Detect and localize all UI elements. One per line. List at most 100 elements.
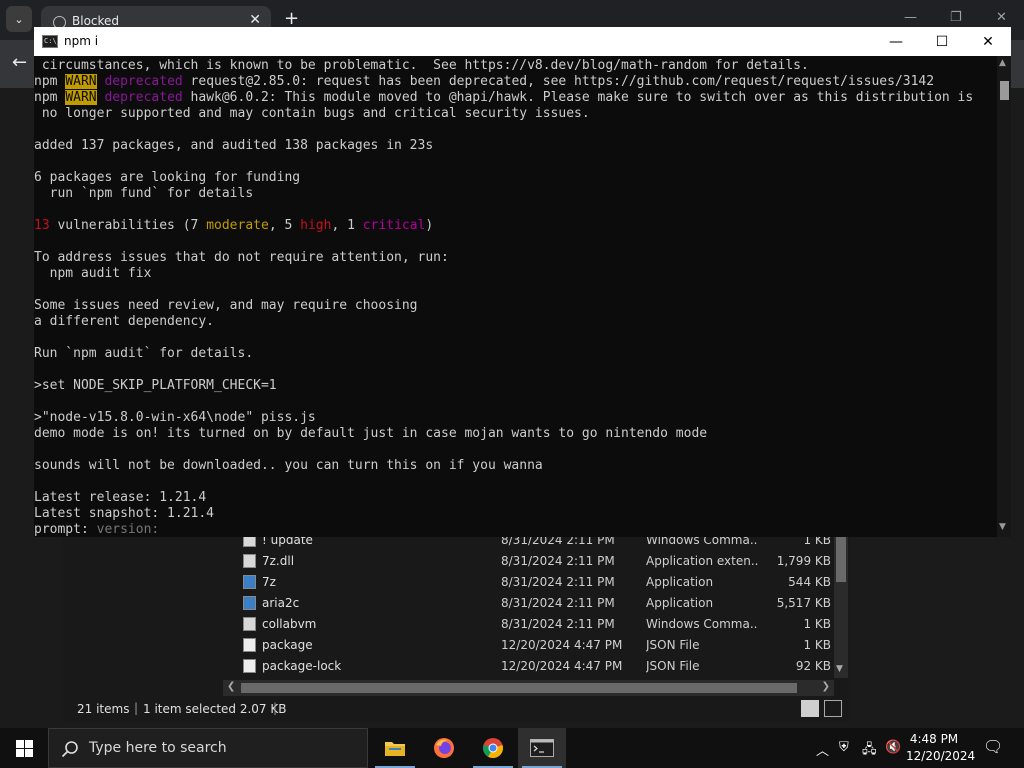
tab-search-button[interactable]: ⌄ [6, 6, 32, 32]
taskbar-chrome[interactable] [469, 728, 517, 768]
scroll-right-icon[interactable]: ❯ [822, 681, 830, 692]
file-row[interactable]: aria2c 8/31/2024 2:11 PM Application 5,5… [223, 593, 835, 614]
file-name: package-lock [262, 659, 342, 673]
file-name: 7z [262, 575, 276, 589]
tab-close-icon[interactable]: ✕ [249, 12, 261, 28]
console-line: circumstances, which is known to be prob… [34, 58, 809, 73]
browser-minimize-icon[interactable]: — [904, 10, 917, 25]
details-view-icon[interactable] [801, 700, 819, 717]
file-name: 7z.dll [262, 554, 295, 568]
file-name: aria2c [262, 596, 300, 610]
file-date: 8/31/2024 2:11 PM [501, 575, 615, 589]
command-prompt-icon: C:\_ [42, 35, 61, 48]
file-size: 544 KB [788, 575, 831, 589]
json-file-icon [243, 659, 256, 673]
console-line: 6 packages are looking for funding [34, 170, 301, 185]
start-button[interactable] [0, 728, 48, 768]
console-line: Run `npm audit` for details. [34, 346, 254, 361]
console-line: sounds will not be downloaded.. you can … [34, 458, 543, 473]
console-line: To address issues that do not require at… [34, 250, 449, 265]
console-line: Latest snapshot: 1.21.4 [34, 506, 215, 521]
window-title: npm i [64, 34, 99, 48]
file-date: 8/31/2024 2:11 PM [501, 617, 615, 631]
navigation-pane[interactable] [63, 536, 221, 686]
scrollbar-thumb[interactable] [1000, 81, 1009, 100]
console-line: demo mode is on! its turned on by defaul… [34, 426, 708, 441]
explorer-status-bar: 21 items | 1 item selected 2.07 KB | [63, 696, 849, 721]
scrollbar-thumb[interactable] [241, 683, 797, 693]
file-size: 92 KB [795, 659, 831, 673]
console-line: 13 vulnerabilities (7 moderate, 5 high, … [34, 218, 434, 233]
taskbar: Type here to search ︿ ⛨ 🖧 🔇 4:48 PM 12/2… [0, 728, 1024, 768]
taskbar-file-explorer[interactable] [371, 728, 419, 768]
browser-restore-icon[interactable]: ❐ [950, 10, 962, 25]
console-prompt-line[interactable]: prompt: version: [34, 522, 997, 537]
console-window[interactable]: C:\_ npm i — ☐ ✕ circumstances, which is… [34, 27, 1011, 537]
scrollbar-thumb[interactable] [836, 536, 846, 582]
file-type: Application [646, 575, 714, 589]
file-list-vertical-scrollbar[interactable]: ▼ [834, 536, 848, 678]
back-button[interactable]: ← [12, 52, 27, 73]
console-line: >"node-v15.8.0-win-x64\node" piss.js [34, 410, 316, 425]
console-line: run `npm fund` for details [34, 186, 254, 201]
tab-title: Blocked [72, 14, 120, 28]
console-line: added 137 packages, and audited 138 pack… [34, 138, 434, 153]
file-date: 12/20/2024 4:47 PM [501, 638, 623, 652]
taskbar-command-prompt[interactable] [518, 728, 566, 768]
file-row[interactable]: 7z.dll 8/31/2024 2:11 PM Application ext… [223, 551, 835, 572]
close-button[interactable]: ✕ [965, 27, 1011, 56]
large-icons-view-icon[interactable] [824, 700, 842, 717]
security-icon[interactable]: ⛨ [839, 740, 849, 755]
volume-muted-icon[interactable]: 🔇 [885, 740, 901, 755]
file-row[interactable]: package-lock 12/20/2024 4:47 PM JSON Fil… [223, 656, 835, 677]
scroll-up-icon[interactable]: ▲ [999, 58, 1006, 68]
file-row[interactable]: package 12/20/2024 4:47 PM JSON File 1 K… [223, 635, 835, 656]
console-line: a different dependency. [34, 314, 215, 329]
show-hidden-icons-icon[interactable]: ︿ [816, 740, 829, 759]
search-placeholder: Type here to search [89, 740, 227, 756]
new-tab-button[interactable]: + [284, 8, 299, 29]
file-type: JSON File [646, 638, 700, 652]
taskbar-firefox[interactable] [420, 728, 468, 768]
scroll-left-icon[interactable]: ❮ [227, 681, 235, 692]
file-list: ! update 8/31/2024 2:11 PM Windows Comma… [223, 533, 835, 680]
command-prompt-icon [530, 739, 554, 757]
console-output[interactable]: circumstances, which is known to be prob… [34, 58, 997, 537]
file-list-horizontal-scrollbar[interactable]: ❮ ❯ [223, 680, 834, 696]
minimize-button[interactable]: — [873, 27, 919, 56]
network-icon[interactable]: 🖧 [862, 740, 877, 762]
dll-file-icon [243, 554, 256, 568]
console-line: npm WARN deprecated request@2.85.0: requ… [34, 74, 935, 89]
file-type: Application [646, 596, 714, 610]
clock-time[interactable]: 4:48 PM [906, 732, 962, 746]
prompt-label: prompt: [34, 522, 89, 537]
clock-date[interactable]: 12/20/2024 [906, 749, 975, 763]
file-size: 5,517 KB [776, 596, 831, 610]
browser-close-icon[interactable]: ✕ [996, 10, 1007, 25]
application-icon [243, 575, 256, 589]
taskbar-search-box[interactable]: Type here to search [48, 728, 368, 768]
item-count: 21 items [77, 702, 130, 716]
file-size: 1 KB [803, 638, 831, 652]
console-line: Latest release: 1.21.4 [34, 490, 207, 505]
file-row[interactable]: collabvm 8/31/2024 2:11 PM Windows Comma… [223, 614, 835, 635]
console-line: Some issues need review, and may require… [34, 298, 418, 313]
maximize-button[interactable]: ☐ [919, 27, 965, 56]
batch-file-icon [243, 617, 256, 631]
console-scrollbar[interactable]: ▲ ▼ [997, 56, 1011, 537]
application-icon [243, 596, 256, 610]
notification-center-icon[interactable]: 🗨 [983, 737, 1003, 756]
scroll-down-icon[interactable]: ▼ [836, 664, 843, 674]
file-row[interactable]: 7z 8/31/2024 2:11 PM Application 544 KB [223, 572, 835, 593]
status-separator: | [273, 701, 278, 715]
console-title-bar[interactable]: C:\_ npm i — ☐ ✕ [34, 27, 1011, 56]
scroll-down-icon[interactable]: ▼ [999, 522, 1006, 532]
firefox-icon [434, 738, 454, 758]
